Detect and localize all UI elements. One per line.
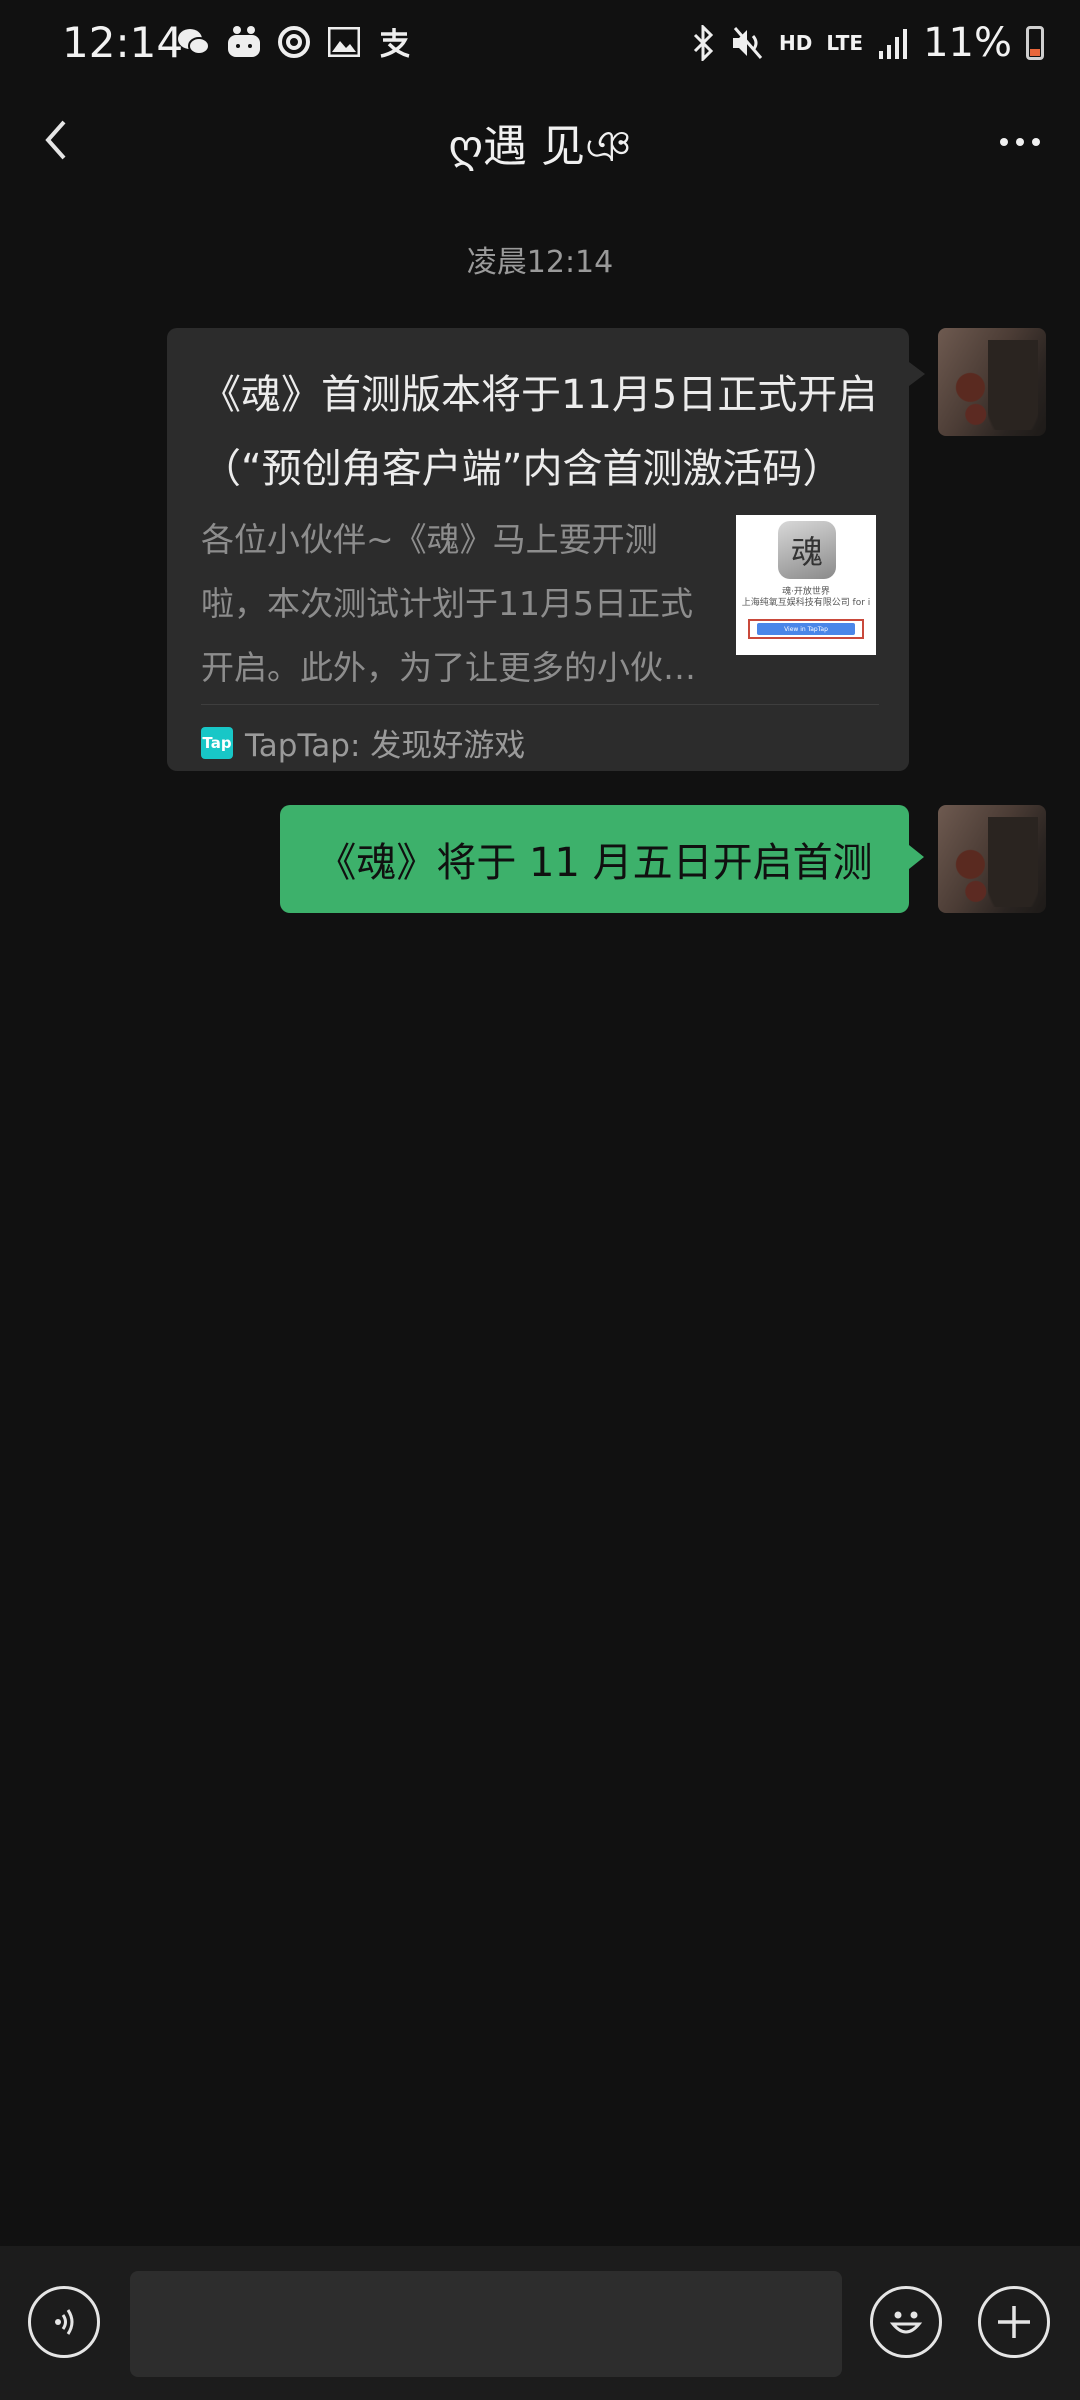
- card-divider: [201, 704, 879, 705]
- card-thumbnail: 魂 魂·开放世界 上海纯氧互娱科技有限公司 for i View in TapT…: [736, 515, 876, 655]
- gallery-icon: [326, 24, 362, 60]
- voice-icon: [55, 2309, 74, 2335]
- lte-label: LTE: [826, 31, 864, 55]
- more-dots-icon: [1000, 138, 1008, 146]
- card-source: Tap TapTap: 发现好游戏: [201, 720, 525, 765]
- battery-icon: [1026, 26, 1044, 60]
- emoji-icon: [889, 2311, 923, 2334]
- status-bar: 12:14 HD LTE 11%: [0, 0, 1080, 90]
- bluetooth-icon: [693, 25, 714, 61]
- avatar[interactable]: [938, 328, 1046, 436]
- status-time: 12:14: [62, 18, 184, 67]
- chat-title: ღ遇 见ঞ: [448, 121, 632, 172]
- more-dot: [1032, 138, 1040, 146]
- system-status: HD LTE 11%: [691, 20, 1044, 66]
- input-bar: [0, 2246, 1080, 2400]
- taptap-icon: Tap: [201, 726, 233, 759]
- link-card-message[interactable]: 《魂》首测版本将于11月5日正式开启（“预创角客户端”内含首测激活码） 各位小伙…: [167, 328, 925, 771]
- more-dot: [1016, 138, 1024, 146]
- signal-icon: [879, 29, 908, 59]
- wechat-icon: [176, 24, 212, 60]
- alipay-icon: [376, 24, 412, 60]
- avatar[interactable]: [938, 805, 1046, 913]
- notification-icons: [176, 24, 412, 60]
- thumb-view-button: View in TapTap: [748, 619, 864, 639]
- card-title: 《魂》首测版本将于11月5日正式开启（“预创角客户端”内含首测激活码）: [201, 372, 878, 492]
- card-description: 各位小伙伴~《魂》马上要开测啦，本次测试计划于11月5日正式开启。此外，为了让更…: [201, 520, 696, 687]
- thumb-view-label: View in TapTap: [756, 623, 856, 635]
- battery-percent: 11%: [923, 20, 1012, 66]
- message-timestamp: 凌晨12:14: [466, 245, 614, 280]
- mute-icon: [733, 27, 763, 59]
- emoji-button[interactable]: [870, 2286, 942, 2358]
- more-options-button[interactable]: [990, 112, 1050, 172]
- swirl-app-icon: [276, 24, 312, 60]
- thumb-caption: 魂·开放世界 上海纯氧互娱科技有限公司 for i: [741, 587, 871, 608]
- game-logo: 魂: [778, 521, 836, 579]
- add-attachment-button[interactable]: [978, 2286, 1050, 2358]
- text-message-bubble[interactable]: 《魂》将于 11 月五日开启首测: [280, 805, 924, 913]
- source-label: TapTap: 发现好游戏: [245, 728, 526, 764]
- plus-icon: [998, 2306, 1030, 2338]
- hd-label: HD: [779, 31, 813, 55]
- baby-monitor-icon: [226, 24, 262, 60]
- voice-button[interactable]: [28, 2286, 100, 2358]
- message-input[interactable]: [130, 2271, 842, 2377]
- chat-header: ღ遇 见ঞ: [0, 90, 1080, 190]
